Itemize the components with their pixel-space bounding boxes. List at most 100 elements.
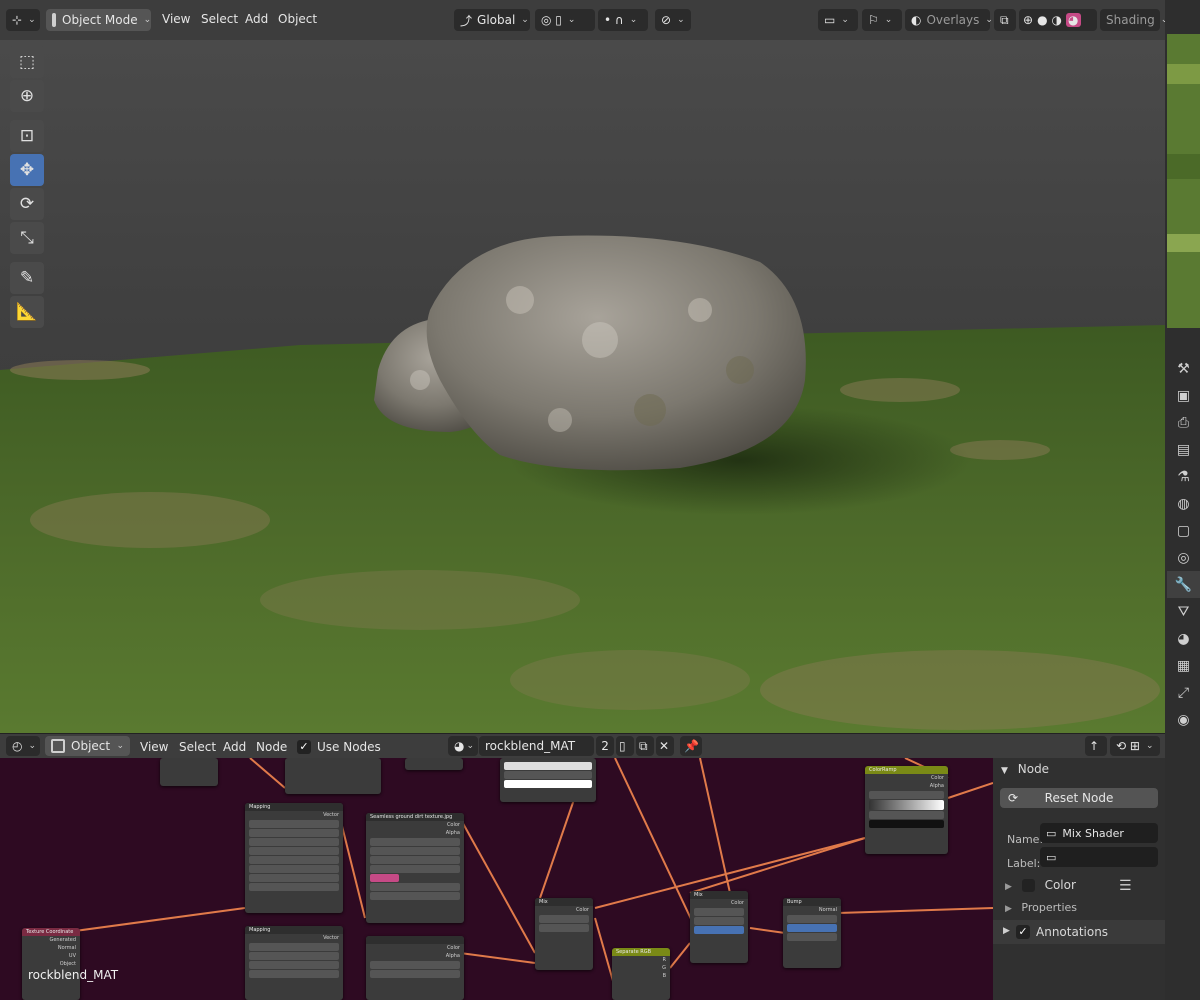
parent-node-tree-button[interactable]: ↑	[1085, 736, 1107, 756]
material-name-field[interactable]: rockblend_MAT	[479, 736, 594, 756]
snap-dropdown[interactable]: • ∩ ⌄	[598, 9, 648, 31]
node-editor-header: ◴ ⌄ Object ⌄ View Select Add Node ✓ Use N…	[0, 733, 1165, 758]
tab-output[interactable]: ⎙	[1167, 409, 1200, 436]
tab-texture[interactable]: ▦	[1167, 652, 1200, 679]
ne-menu-node[interactable]: Node	[256, 740, 287, 754]
3d-viewport[interactable]: ⬚ ⊕ ⊡ ✥ ⟳ ⤡ ✎ 📐	[0, 40, 1165, 733]
tab-scene[interactable]: ⚗	[1167, 463, 1200, 490]
rotate-tool[interactable]: ⟳	[10, 188, 44, 220]
shading-dropdown[interactable]: Shading ⌄	[1100, 9, 1168, 31]
measure-tool[interactable]: 📐	[10, 296, 44, 328]
node-mix-2[interactable]: Mix Color	[690, 891, 748, 963]
move-tool[interactable]: ✥	[10, 154, 44, 186]
color-subpanel[interactable]: ▶ Color	[1005, 878, 1076, 892]
color-label: Color	[1044, 878, 1076, 892]
node-mix-1[interactable]: Mix Color	[535, 898, 593, 970]
node-colorramp[interactable]: ColorRamp Color Alpha	[865, 766, 948, 854]
viewport-header: ⊹ ⌄ Object Mode ⌄ View Select Add Object …	[0, 0, 1168, 40]
xray-button[interactable]: ⧉	[994, 9, 1016, 31]
proportional-edit-button[interactable]: ⊘ ⌄	[655, 9, 691, 31]
scale-tool[interactable]: ⤡	[10, 222, 44, 254]
material-shading-icon[interactable]: ◑	[1052, 13, 1062, 27]
node-editor-type-button[interactable]: ◴ ⌄	[6, 736, 40, 756]
menu-view[interactable]: View	[162, 12, 190, 26]
fake-user-button[interactable]: ▯	[616, 736, 634, 756]
ne-menu-add[interactable]: Add	[223, 740, 246, 754]
node-name-field[interactable]: ▭ Mix Shader	[1040, 823, 1158, 843]
node-image-texture-2[interactable]: Color Alpha	[366, 936, 464, 1000]
tab-modifiers[interactable]: 🔧	[1167, 571, 1200, 598]
tab-particles[interactable]: ⛛	[1167, 598, 1200, 625]
node-separate-rgb[interactable]: Separate RGB RGB	[612, 948, 670, 1000]
transform-orientation-icon: ⤴	[460, 13, 473, 28]
duplicate-material-button[interactable]: ⧉	[636, 736, 654, 756]
snap-icon: • ∩	[604, 13, 624, 27]
node-top-2[interactable]	[285, 758, 381, 794]
pin-button[interactable]: 📌	[680, 736, 702, 756]
node-canvas[interactable]: Mapping Vector Seamless ground dirt text…	[0, 758, 993, 1000]
node-mapping-2[interactable]: Mapping Vector	[245, 926, 343, 1000]
ne-menu-select[interactable]: Select	[179, 740, 216, 754]
xray-icon: ⧉	[1000, 12, 1009, 27]
tab-tool[interactable]: ⚒	[1167, 355, 1200, 382]
pivot-dropdown[interactable]: ◎ ▯ ⌄	[535, 9, 595, 31]
color-checkbox[interactable]	[1021, 879, 1035, 892]
rotate-icon: ⟳	[19, 194, 35, 214]
select-box-tool[interactable]: ⬚	[10, 46, 44, 78]
editor-type-button[interactable]: ⊹ ⌄	[6, 9, 40, 31]
tab-physics[interactable]: ◎	[1167, 544, 1200, 571]
cursor-tool[interactable]: ⊕	[10, 80, 44, 112]
node-section-header[interactable]: ▼ Node	[1001, 762, 1049, 776]
use-nodes-toggle[interactable]: ✓ Use Nodes	[297, 740, 381, 754]
node-bump[interactable]: Bump Normal	[783, 898, 841, 968]
shading-modes[interactable]: ⊕ ● ◑ ◕	[1019, 9, 1097, 31]
node-top-4[interactable]	[500, 758, 596, 802]
mode-label: Object Mode	[62, 13, 138, 27]
unlink-material-button[interactable]: ✕	[656, 736, 674, 756]
node-top-1[interactable]	[160, 758, 218, 786]
node-top-3[interactable]	[405, 758, 463, 770]
tab-view-layer[interactable]: ▤	[1167, 436, 1200, 463]
tool-shelf: ⬚ ⊕ ⊡ ✥ ⟳ ⤡ ✎ 📐	[10, 46, 44, 330]
shader-type-dropdown[interactable]: Object ⌄	[45, 736, 130, 756]
object-visibility-button[interactable]: ▭ ⌄	[818, 9, 858, 31]
wireframe-shading-icon[interactable]: ⊕	[1023, 13, 1033, 27]
overlays-label: Overlays	[926, 13, 980, 27]
menu-add[interactable]: Add	[245, 12, 268, 26]
node-mapping[interactable]: Mapping Vector	[245, 803, 343, 913]
list-icon[interactable]: ☰	[1119, 878, 1132, 894]
node-links	[59, 758, 993, 989]
overlays-dropdown[interactable]: ◐ Overlays ⌄	[905, 9, 993, 31]
mode-dropdown[interactable]: Object Mode ⌄	[46, 9, 151, 31]
node-texture-coordinate[interactable]: Texture Coordinate Generated Normal UV Obje…	[22, 928, 80, 1000]
use-nodes-checkbox[interactable]: ✓	[297, 740, 311, 754]
material-users[interactable]: 2	[596, 736, 614, 756]
properties-subpanel[interactable]: ▶ Properties	[1005, 901, 1077, 914]
tab-render[interactable]: ▣	[1167, 382, 1200, 409]
snap-node-button[interactable]: ⟲ ⊞ ⌄	[1110, 736, 1160, 756]
tab-material[interactable]: ◕	[1167, 625, 1200, 652]
reset-node-button[interactable]: ⟳ Reset Node	[1000, 788, 1158, 808]
annotate-tool[interactable]: ✎	[10, 262, 44, 294]
rendered-shading-icon[interactable]: ◕	[1066, 13, 1081, 27]
name-label: Name:	[1007, 833, 1044, 846]
annotations-checkbox[interactable]: ✓	[1016, 925, 1030, 939]
tab-data[interactable]: ◉	[1167, 706, 1200, 733]
gizmo-button[interactable]: ⚐ ⌄	[862, 9, 902, 31]
node-image-texture[interactable]: Seamless ground dirt texture.jpg Color Al…	[366, 813, 464, 923]
orientation-dropdown[interactable]: ⤴ Global ⌄	[454, 9, 530, 31]
material-browse-button[interactable]: ◕ ⌄	[448, 736, 478, 756]
annotations-header[interactable]: ▶ ✓ Annotations	[993, 920, 1165, 944]
tab-constraints[interactable]: ⤢	[1167, 679, 1200, 706]
tab-world[interactable]: ◍	[1167, 490, 1200, 517]
transform-tool[interactable]: ⊡	[10, 120, 44, 152]
node-label-field[interactable]: ▭	[1040, 847, 1158, 867]
node-link	[339, 817, 366, 919]
material-name: rockblend_MAT	[485, 739, 576, 753]
move-icon: ✥	[19, 160, 35, 180]
ne-menu-view[interactable]: View	[140, 740, 168, 754]
tab-object[interactable]: ▢	[1167, 517, 1200, 544]
menu-select[interactable]: Select	[201, 12, 238, 26]
solid-shading-icon[interactable]: ●	[1037, 13, 1047, 27]
menu-object[interactable]: Object	[278, 12, 317, 26]
